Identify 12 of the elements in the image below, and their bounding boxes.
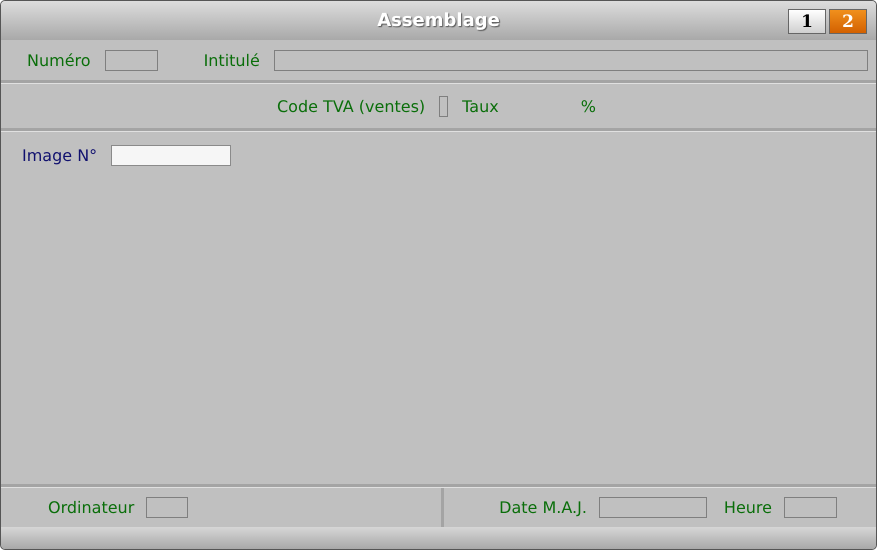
field-label: Intitulé bbox=[204, 50, 260, 70]
percent-sign: % bbox=[580, 96, 596, 116]
page-button[interactable]: 1 bbox=[788, 9, 826, 34]
rate-label: Taux bbox=[462, 96, 499, 116]
field-label: Numéro bbox=[27, 50, 91, 70]
field-label: Heure bbox=[724, 498, 772, 517]
field-label: Ordinateur bbox=[48, 498, 134, 517]
field-label: Image N° bbox=[22, 146, 98, 165]
field-label: Date M.A.J. bbox=[499, 498, 587, 517]
input-field[interactable] bbox=[111, 145, 232, 166]
field-label: Code TVA (ventes) bbox=[277, 96, 426, 116]
window-title: Assemblage bbox=[377, 10, 500, 31]
